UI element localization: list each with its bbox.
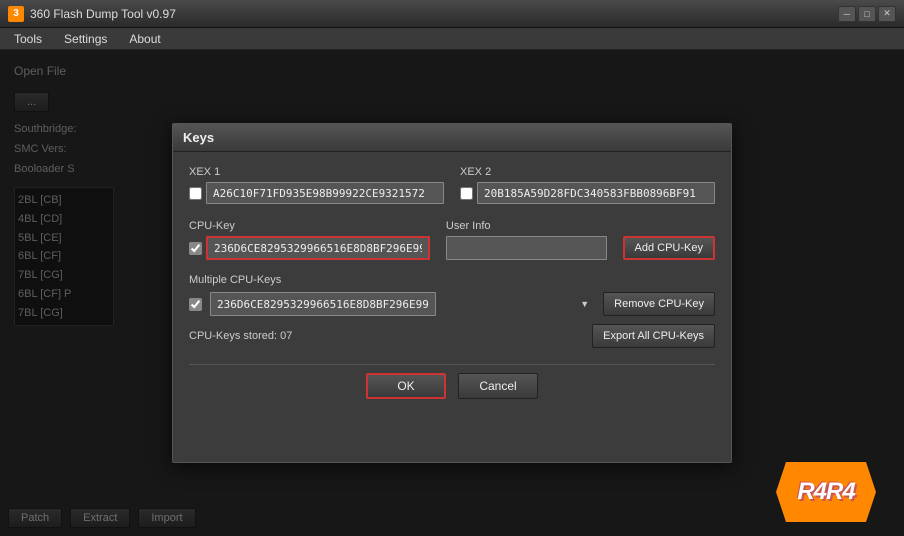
app-title: 360 Flash Dump Tool v0.97 — [30, 7, 176, 21]
xex2-label: XEX 2 — [460, 166, 715, 178]
xex2-group: XEX 2 — [460, 166, 715, 204]
xex1-group: XEX 1 — [189, 166, 444, 204]
cpu-keys-stored-text: CPU-Keys stored: 07 — [189, 330, 292, 342]
modal-overlay: Keys XEX 1 XEX 2 — [0, 50, 904, 536]
cpu-user-row: CPU-Key User Info Add CPU-Key — [189, 220, 715, 260]
xex1-checkbox[interactable] — [189, 187, 202, 200]
xex2-checkbox[interactable] — [460, 187, 473, 200]
xex1-input[interactable] — [206, 182, 444, 204]
menu-tools[interactable]: Tools — [4, 30, 52, 48]
app-icon-label: 3 — [13, 8, 19, 19]
menu-bar: Tools Settings About — [0, 28, 904, 50]
menu-settings[interactable]: Settings — [54, 30, 117, 48]
keys-dialog: Keys XEX 1 XEX 2 — [172, 123, 732, 463]
dialog-buttons: OK Cancel — [189, 364, 715, 399]
dialog-title: Keys — [173, 124, 731, 152]
dialog-body: XEX 1 XEX 2 — [173, 152, 731, 413]
cpu-key-label: CPU-Key — [189, 220, 430, 232]
main-content: Open File ... Southbridge: SMC Vers: Boo… — [0, 50, 904, 536]
multiple-cpu-label: Multiple CPU-Keys — [189, 274, 715, 286]
xex1-label: XEX 1 — [189, 166, 444, 178]
xex2-input[interactable] — [477, 182, 715, 204]
logo-shape: R4R4 AT LOGIC-SUNRISE.COM — [776, 462, 896, 532]
close-button[interactable]: ✕ — [878, 6, 896, 22]
cpu-key-select-wrapper: 236D6CE8295329966516E8D8BF296E99 — [210, 292, 595, 316]
cpu-key-group: CPU-Key — [189, 220, 430, 260]
window-controls: ─ □ ✕ — [838, 6, 896, 22]
minimize-button[interactable]: ─ — [838, 6, 856, 22]
multi-cpu-checkbox[interactable] — [189, 298, 202, 311]
export-all-cpu-keys-button[interactable]: Export All CPU-Keys — [592, 324, 715, 348]
add-cpu-key-button[interactable]: Add CPU-Key — [623, 236, 715, 260]
remove-cpu-key-button[interactable]: Remove CPU-Key — [603, 292, 715, 316]
logo-watermark: R4R4 AT LOGIC-SUNRISE.COM — [776, 462, 896, 532]
user-info-group: User Info — [446, 220, 607, 260]
ok-button[interactable]: OK — [366, 373, 446, 399]
menu-about[interactable]: About — [119, 30, 170, 48]
maximize-button[interactable]: □ — [858, 6, 876, 22]
app-icon: 3 — [8, 6, 24, 22]
cpu-key-input[interactable] — [206, 236, 430, 260]
user-info-label: User Info — [446, 220, 607, 232]
cpu-key-checkbox[interactable] — [189, 242, 202, 255]
logo-main-text: R4R4 — [797, 478, 854, 506]
user-info-input[interactable] — [446, 236, 607, 260]
cpu-key-select[interactable]: 236D6CE8295329966516E8D8BF296E99 — [210, 292, 436, 316]
xex-row: XEX 1 XEX 2 — [189, 166, 715, 204]
cancel-button[interactable]: Cancel — [458, 373, 538, 399]
logo-background: R4R4 — [776, 462, 876, 522]
multiple-cpu-row: 236D6CE8295329966516E8D8BF296E99 Remove … — [189, 292, 715, 316]
stored-row: CPU-Keys stored: 07 Export All CPU-Keys — [189, 324, 715, 348]
title-bar: 3 360 Flash Dump Tool v0.97 ─ □ ✕ — [0, 0, 904, 28]
